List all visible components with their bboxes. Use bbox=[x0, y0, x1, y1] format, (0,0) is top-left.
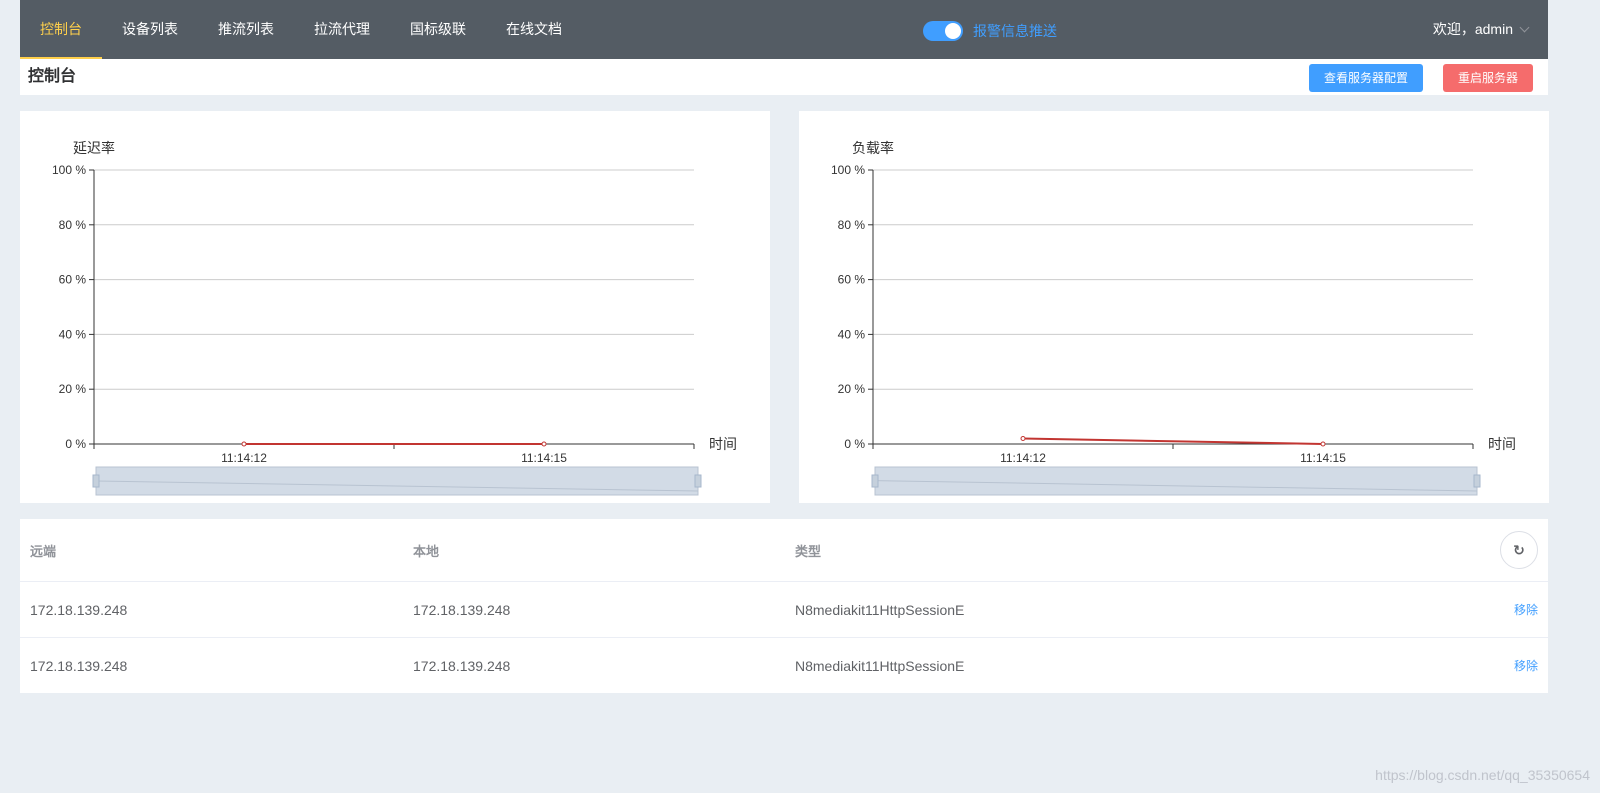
chart-title: 负载率 bbox=[852, 140, 894, 156]
cell-local: 172.18.139.248 bbox=[413, 657, 511, 674]
y-tick-label: 80 % bbox=[838, 218, 866, 232]
header-action: ↻ bbox=[1500, 519, 1538, 581]
nav-item-dashboard[interactable]: 控制台 bbox=[20, 0, 102, 59]
table-header-row: 远端 本地 类型 ↻ bbox=[20, 519, 1548, 582]
y-tick-label: 0 % bbox=[65, 437, 86, 451]
page-header: 控制台 查看服务器配置 重启服务器 bbox=[20, 59, 1548, 95]
x-tick-label: 11:14:12 bbox=[1000, 451, 1046, 465]
y-tick-label: 20 % bbox=[59, 382, 87, 396]
load-chart: 负载率 0 % 20 % 40 % 60 % 80 % 100 % 11:14:12 11:14… bbox=[831, 140, 1516, 496]
y-tick-label: 40 % bbox=[838, 327, 866, 341]
datazoom-handle-left bbox=[871, 474, 879, 488]
datazoom-track bbox=[874, 466, 1478, 496]
remove-session-link[interactable]: 移除 bbox=[1514, 657, 1538, 674]
cell-remote: 172.18.139.248 bbox=[30, 601, 128, 618]
x-axis-label: 时间 bbox=[709, 436, 737, 452]
nav-item-gb-cascade[interactable]: 国标级联 bbox=[390, 0, 486, 59]
latency-chart: 延迟率 0 % 20 % 40 % 60 % 80 % 100 % 11:14:12 11:14… bbox=[52, 140, 737, 496]
data-point bbox=[241, 441, 247, 447]
sessions-table: 远端 本地 类型 ↻ 172.18.139.248 172.18.139.248… bbox=[20, 519, 1548, 693]
x-tick-label: 11:14:12 bbox=[221, 451, 267, 465]
x-axis-label: 时间 bbox=[1488, 436, 1516, 452]
watermark: https://blog.csdn.net/qq_35350654 bbox=[1375, 767, 1590, 783]
header-remote: 远端 bbox=[30, 543, 57, 559]
welcome-text: 欢迎，admin bbox=[1432, 21, 1513, 37]
y-tick-label: 60 % bbox=[838, 273, 866, 287]
cell-action: 移除 bbox=[1514, 582, 1538, 637]
header-local: 本地 bbox=[413, 543, 440, 559]
table-row: 172.18.139.248 172.18.139.248 N8mediakit… bbox=[20, 582, 1548, 638]
remove-session-link[interactable]: 移除 bbox=[1514, 601, 1538, 618]
alarm-push-toggle-group: 报警信息推送 bbox=[923, 21, 1057, 41]
nav-item-push-list[interactable]: 推流列表 bbox=[198, 0, 294, 59]
y-tick-label: 20 % bbox=[838, 382, 866, 396]
datazoom-track bbox=[95, 466, 699, 496]
chevron-down-icon bbox=[1519, 22, 1530, 33]
main-nav: 控制台 设备列表 推流列表 拉流代理 国标级联 在线文档 bbox=[20, 0, 582, 59]
user-menu[interactable]: 欢迎，admin bbox=[1432, 0, 1530, 59]
latency-chart-panel: 延迟率 0 % 20 % 40 % 60 % 80 % 100 % 11:14:12 11:14… bbox=[20, 111, 770, 503]
table-row: 172.18.139.248 172.18.139.248 N8mediakit… bbox=[20, 638, 1548, 693]
view-server-config-button[interactable]: 查看服务器配置 bbox=[1309, 64, 1423, 92]
y-tick-label: 0 % bbox=[844, 437, 865, 451]
y-tick-label: 100 % bbox=[52, 163, 86, 177]
series-line bbox=[1022, 437, 1324, 445]
cell-type: N8mediakit11HttpSessionE bbox=[795, 657, 965, 674]
refresh-icon: ↻ bbox=[1513, 542, 1525, 558]
alarm-push-label[interactable]: 报警信息推送 bbox=[973, 21, 1057, 41]
cell-remote: 172.18.139.248 bbox=[30, 657, 128, 674]
cell-local: 172.18.139.248 bbox=[413, 601, 511, 618]
data-point bbox=[1020, 436, 1026, 442]
page-title: 控制台 bbox=[28, 68, 77, 85]
restart-server-button[interactable]: 重启服务器 bbox=[1443, 64, 1533, 92]
switch-knob bbox=[945, 23, 961, 39]
x-tick-label: 11:14:15 bbox=[1300, 451, 1346, 465]
cell-action: 移除 bbox=[1514, 638, 1538, 693]
top-navbar: 控制台 设备列表 推流列表 拉流代理 国标级联 在线文档 报警信息推送 欢迎，a… bbox=[20, 0, 1548, 59]
refresh-button[interactable]: ↻ bbox=[1500, 531, 1538, 569]
datazoom-handle-right bbox=[694, 474, 702, 488]
header-type: 类型 bbox=[795, 543, 822, 559]
datazoom-handle-right bbox=[1473, 474, 1481, 488]
chart-title: 延迟率 bbox=[73, 140, 115, 156]
nav-item-device-list[interactable]: 设备列表 bbox=[102, 0, 198, 59]
data-point bbox=[1320, 441, 1326, 447]
load-chart-panel: 负载率 0 % 20 % 40 % 60 % 80 % 100 % 11:14:12 11:14… bbox=[799, 111, 1549, 503]
datazoom-handle-left bbox=[92, 474, 100, 488]
y-tick-label: 80 % bbox=[59, 218, 87, 232]
y-tick-label: 100 % bbox=[831, 163, 865, 177]
nav-item-pull-proxy[interactable]: 拉流代理 bbox=[294, 0, 390, 59]
x-tick-label: 11:14:15 bbox=[521, 451, 567, 465]
data-point bbox=[541, 441, 547, 447]
y-tick-label: 40 % bbox=[59, 327, 87, 341]
y-tick-label: 60 % bbox=[59, 273, 87, 287]
nav-item-online-docs[interactable]: 在线文档 bbox=[486, 0, 582, 59]
cell-type: N8mediakit11HttpSessionE bbox=[795, 601, 965, 618]
alarm-push-switch[interactable] bbox=[923, 21, 963, 41]
